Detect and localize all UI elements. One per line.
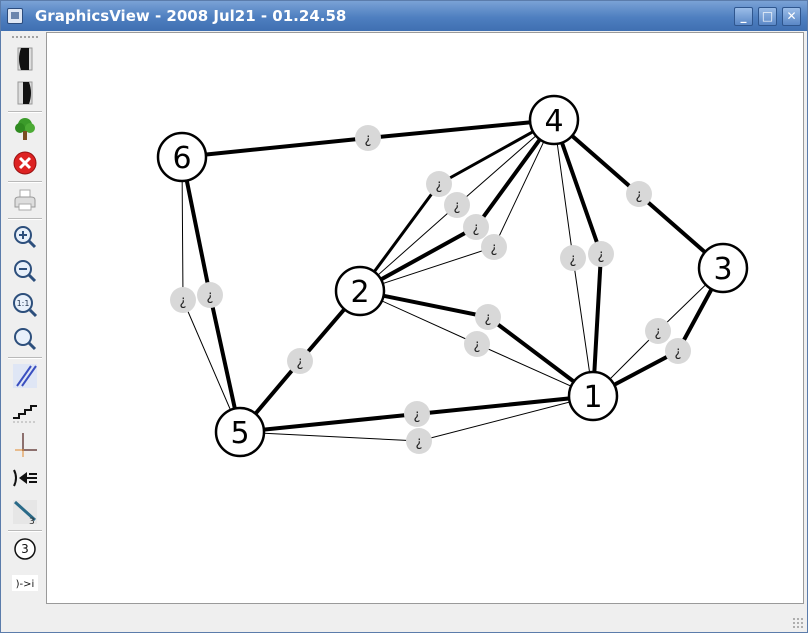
graph-node-label: 3 <box>713 252 732 287</box>
edge-label-text: ¿ <box>473 221 480 236</box>
edge-layer <box>180 118 725 442</box>
zoom-1to1-label: 1:1 <box>17 299 30 308</box>
tool-axes-icon[interactable] <box>11 430 39 458</box>
maximize-button[interactable]: □ <box>758 7 777 26</box>
edge-label-text: ¿ <box>485 311 492 326</box>
graph-node-label: 6 <box>172 141 191 176</box>
toolbar-separator <box>8 181 42 183</box>
graphics-view-window: GraphicsView - 2008 Jul21 - 01.24.58 _ □… <box>0 0 808 633</box>
window-title: GraphicsView - 2008 Jul21 - 01.24.58 <box>35 7 347 25</box>
edge-label-text: ¿ <box>414 408 421 423</box>
edge-label-text: ¿ <box>297 355 304 370</box>
toolbar-separator <box>8 111 42 113</box>
graph-canvas[interactable]: ¿ ¿ ¿ ¿ ¿ ¿ ¿ ¿ ¿ ¿ ¿ ¿ ¿ ¿ ¿ ¿ ¿ 1 2 3 4 5 6 <box>46 32 804 604</box>
edge-label-text: ¿ <box>180 294 187 309</box>
resize-grip[interactable] <box>792 617 804 629</box>
tool-right-half-icon[interactable] <box>11 79 39 107</box>
tool-zoom-fit-icon[interactable] <box>11 325 39 353</box>
edge-label-text: ¿ <box>655 325 662 340</box>
edge-label-text: ¿ <box>474 338 481 353</box>
tool-stairs-icon[interactable] <box>11 396 39 424</box>
edge-label-text: ¿ <box>636 188 643 203</box>
graph-node-label: 5 <box>230 416 249 451</box>
edge-label-text: ¿ <box>491 241 498 256</box>
toolbar-grip[interactable] <box>11 35 39 39</box>
graph-drawing[interactable]: ¿ ¿ ¿ ¿ ¿ ¿ ¿ ¿ ¿ ¿ ¿ ¿ ¿ ¿ ¿ ¿ ¿ 1 2 3 4 5 6 <box>47 33 804 604</box>
edge-label-text: ¿ <box>436 178 443 193</box>
edge-label-text: ¿ <box>675 345 682 360</box>
edge-label-text: ¿ <box>454 199 461 214</box>
tool-line-width-icon[interactable]: 3 <box>11 498 39 527</box>
edge-label-text: ¿ <box>365 132 372 147</box>
tool-print-icon[interactable] <box>11 186 39 214</box>
tool-antialias-icon[interactable] <box>11 362 39 390</box>
graph-node-label: 1 <box>583 380 602 415</box>
node-label-tool-label: 3 <box>21 542 29 556</box>
app-icon[interactable] <box>7 8 23 24</box>
toolbar-separator <box>8 218 42 220</box>
edge-label-text: ¿ <box>570 252 577 267</box>
tool-tree-icon[interactable] <box>11 115 39 143</box>
tool-stop-icon[interactable] <box>11 149 39 177</box>
tool-node-label-icon[interactable]: 3 <box>11 535 39 563</box>
tool-zoom-1to1-icon[interactable]: 1:1 <box>11 291 39 319</box>
graph-node-label: 4 <box>544 104 563 139</box>
vertical-toolbar: 1:1 3 3 )->i <box>5 33 43 601</box>
tool-zoom-out-icon[interactable] <box>11 257 39 285</box>
status-bar <box>1 605 807 632</box>
line-width-label: 3 <box>29 517 35 526</box>
minimize-button[interactable]: _ <box>734 7 753 26</box>
tool-zoom-in-icon[interactable] <box>11 223 39 251</box>
close-button[interactable]: ✕ <box>782 7 801 26</box>
tool-arrow-label-icon[interactable]: )->i <box>11 569 39 597</box>
title-bar[interactable]: GraphicsView - 2008 Jul21 - 01.24.58 _ □… <box>1 1 807 31</box>
tool-left-half-icon[interactable] <box>11 45 39 73</box>
edge-label-text: ¿ <box>207 289 214 304</box>
toolbar-separator <box>8 357 42 359</box>
arrow-label-tool-label: )->i <box>16 579 35 590</box>
toolbar-separator <box>8 530 42 532</box>
edge-label-text: ¿ <box>598 248 605 263</box>
edge-label-text: ¿ <box>416 435 423 450</box>
graph-node-label: 2 <box>350 275 369 310</box>
tool-drag-icon[interactable] <box>11 464 39 492</box>
